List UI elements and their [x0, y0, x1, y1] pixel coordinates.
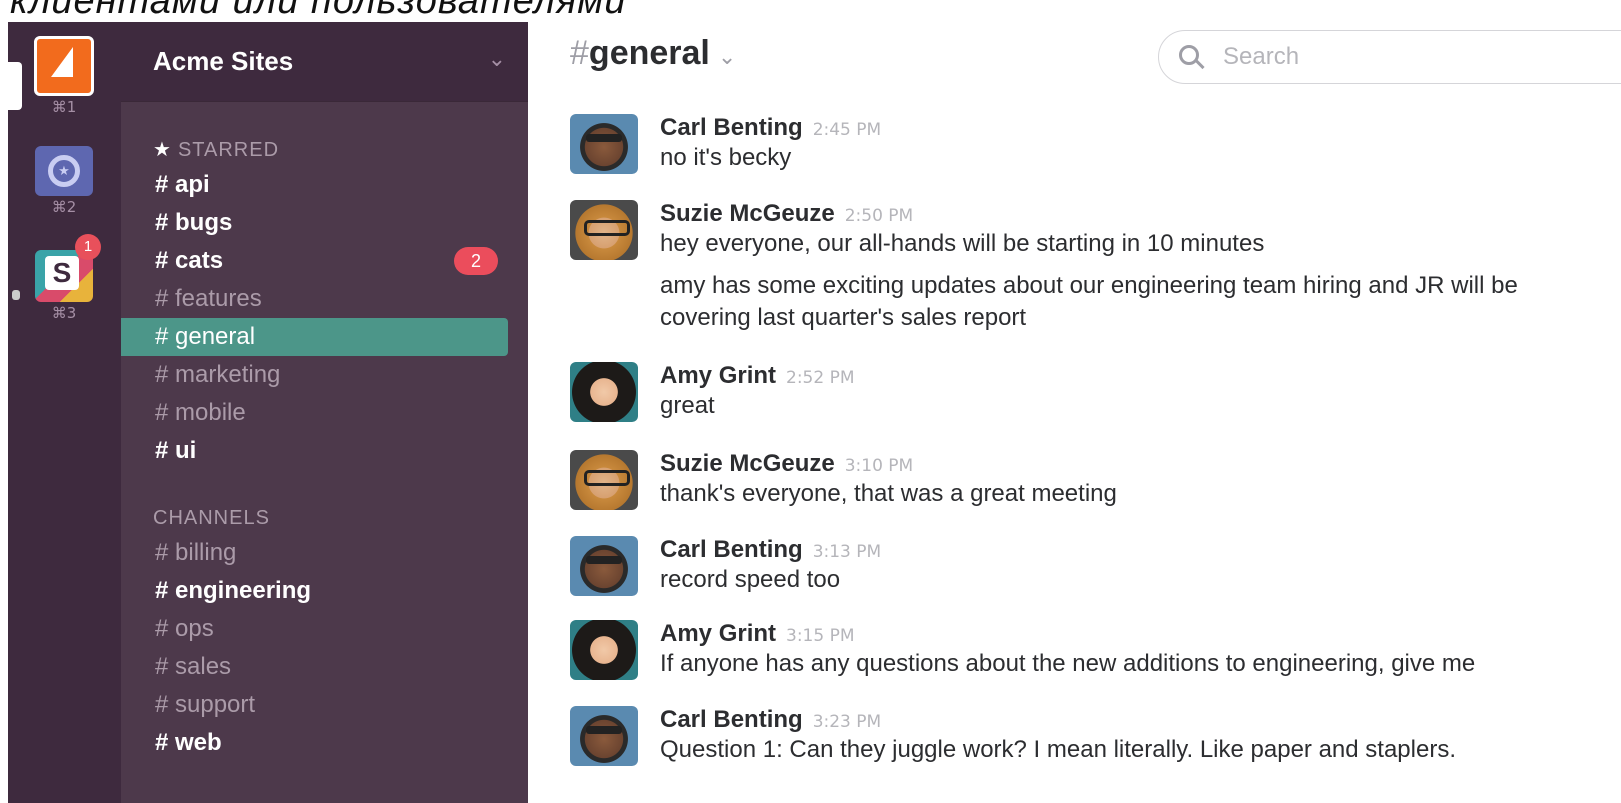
- message-author[interactable]: Amy Grint: [660, 620, 776, 647]
- overlay-caption: клиентами или пользователями: [10, 0, 626, 20]
- channel-label: # sales: [155, 653, 232, 680]
- message-author[interactable]: Amy Grint: [660, 362, 776, 389]
- sidebar-item-engineering[interactable]: # engineering: [121, 572, 508, 610]
- message-text: record speed too: [660, 566, 841, 593]
- message-author[interactable]: Suzie McGeuze: [660, 450, 835, 477]
- message-text: thank's everyone, that was a great meeti…: [660, 480, 1117, 507]
- window-edge: [0, 0, 8, 803]
- sidebar-item-general[interactable]: # general: [121, 318, 508, 356]
- channel-label: # ops: [155, 615, 214, 642]
- channel-title-button[interactable]: #general ⌄: [570, 34, 736, 73]
- team-acme-icon: [34, 36, 94, 96]
- team-s[interactable]: S 1 ⌘3: [34, 234, 101, 322]
- message-text: no it's becky: [660, 144, 792, 171]
- channel-title: general: [588, 34, 710, 72]
- message-timestamp[interactable]: 2:52 PM: [786, 368, 855, 388]
- channel-label: # api: [155, 171, 210, 198]
- channel-label: # web: [155, 729, 222, 756]
- channel-sidebar: Acme Sites ⌄ ★ STARRED # api # bugs # cat…: [121, 22, 528, 803]
- channel-label: # mobile: [155, 399, 246, 426]
- chevron-down-icon: ⌄: [717, 44, 737, 69]
- team-indicator-dot: [12, 290, 20, 300]
- channel-label: # support: [155, 691, 256, 718]
- team-menu-button[interactable]: Acme Sites ⌄: [121, 22, 528, 102]
- avatar[interactable]: [570, 536, 638, 596]
- message-pane: #general ⌄ Search Carl Benting 2:45 PM no …: [528, 22, 1621, 803]
- sidebar-item-bugs[interactable]: # bugs: [121, 204, 508, 242]
- message-text: Question 1: Can they juggle work? I mean…: [660, 736, 1456, 763]
- team-star-icon: ★: [35, 146, 93, 196]
- sidebar-item-api[interactable]: # api: [121, 166, 508, 204]
- sidebar-item-cats[interactable]: # cats 2: [121, 242, 508, 280]
- message-timestamp[interactable]: 3:15 PM: [786, 626, 855, 646]
- message-author[interactable]: Suzie McGeuze: [660, 200, 835, 227]
- avatar[interactable]: [570, 450, 638, 510]
- message-text: hey everyone, our all-hands will be star…: [660, 230, 1265, 257]
- message-author[interactable]: Carl Benting: [660, 536, 803, 563]
- chevron-down-icon: ⌄: [487, 46, 506, 71]
- channel-label: # bugs: [155, 209, 233, 236]
- team-notification-badge: 1: [75, 234, 101, 260]
- channels-section-title[interactable]: CHANNELS: [121, 502, 528, 534]
- message-timestamp[interactable]: 3:23 PM: [813, 712, 882, 732]
- sidebar-item-web[interactable]: # web: [121, 724, 508, 762]
- sidebar-item-billing[interactable]: # billing: [121, 534, 508, 572]
- avatar[interactable]: [570, 200, 638, 260]
- search-placeholder: Search: [1223, 43, 1300, 70]
- team-s-icon: S 1: [35, 234, 101, 302]
- sidebar-item-support[interactable]: # support: [121, 686, 508, 724]
- star-icon: ★: [153, 139, 172, 161]
- message-timestamp[interactable]: 2:50 PM: [845, 206, 914, 226]
- sidebar-item-features[interactable]: # features: [121, 280, 508, 318]
- message-author[interactable]: Carl Benting: [660, 706, 803, 733]
- message-timestamp[interactable]: 3:13 PM: [813, 542, 882, 562]
- unread-badge: 2: [454, 247, 498, 275]
- channel-hash: #: [570, 34, 589, 72]
- team-s-letter: S: [45, 256, 79, 290]
- avatar[interactable]: [570, 620, 638, 680]
- starred-title-text: STARRED: [177, 139, 280, 161]
- channel-label: # features: [155, 285, 262, 312]
- channel-label: # marketing: [155, 361, 281, 388]
- team-shortcut: ⌘2: [51, 198, 77, 216]
- sidebar-item-marketing[interactable]: # marketing: [121, 356, 508, 394]
- team-acme[interactable]: ⌘1: [34, 36, 94, 116]
- message-timestamp[interactable]: 2:45 PM: [813, 120, 882, 140]
- message-timestamp[interactable]: 3:10 PM: [845, 456, 914, 476]
- message-text: If anyone has any questions about the ne…: [660, 650, 1476, 677]
- channel-label: # ui: [155, 437, 197, 464]
- message-text: great: [660, 392, 715, 419]
- sidebar-item-ui[interactable]: # ui: [121, 432, 508, 470]
- sidebar-item-sales[interactable]: # sales: [121, 648, 508, 686]
- team-shortcut: ⌘1: [51, 98, 77, 116]
- team-switcher: ⌘1 ★ ⌘2 S 1 ⌘3: [8, 22, 121, 803]
- active-team-marker: [8, 62, 22, 110]
- avatar[interactable]: [570, 706, 638, 766]
- sidebar-item-mobile[interactable]: # mobile: [121, 394, 508, 432]
- search-input[interactable]: Search: [1158, 30, 1621, 84]
- avatar[interactable]: [570, 114, 638, 174]
- avatar[interactable]: [570, 362, 638, 422]
- message-author[interactable]: Carl Benting: [660, 114, 803, 141]
- sidebar-item-ops[interactable]: # ops: [121, 610, 508, 648]
- channel-label: # general: [155, 323, 256, 350]
- team-shortcut: ⌘3: [51, 304, 77, 322]
- message-text: amy has some exciting updates about our …: [660, 272, 1518, 331]
- channel-label: # cats: [155, 247, 224, 274]
- starred-section-title: ★ STARRED: [121, 134, 528, 166]
- team-star[interactable]: ★ ⌘2: [34, 146, 94, 216]
- team-name: Acme Sites: [153, 46, 294, 76]
- channel-label: # billing: [155, 539, 237, 566]
- channel-label: # engineering: [155, 577, 312, 604]
